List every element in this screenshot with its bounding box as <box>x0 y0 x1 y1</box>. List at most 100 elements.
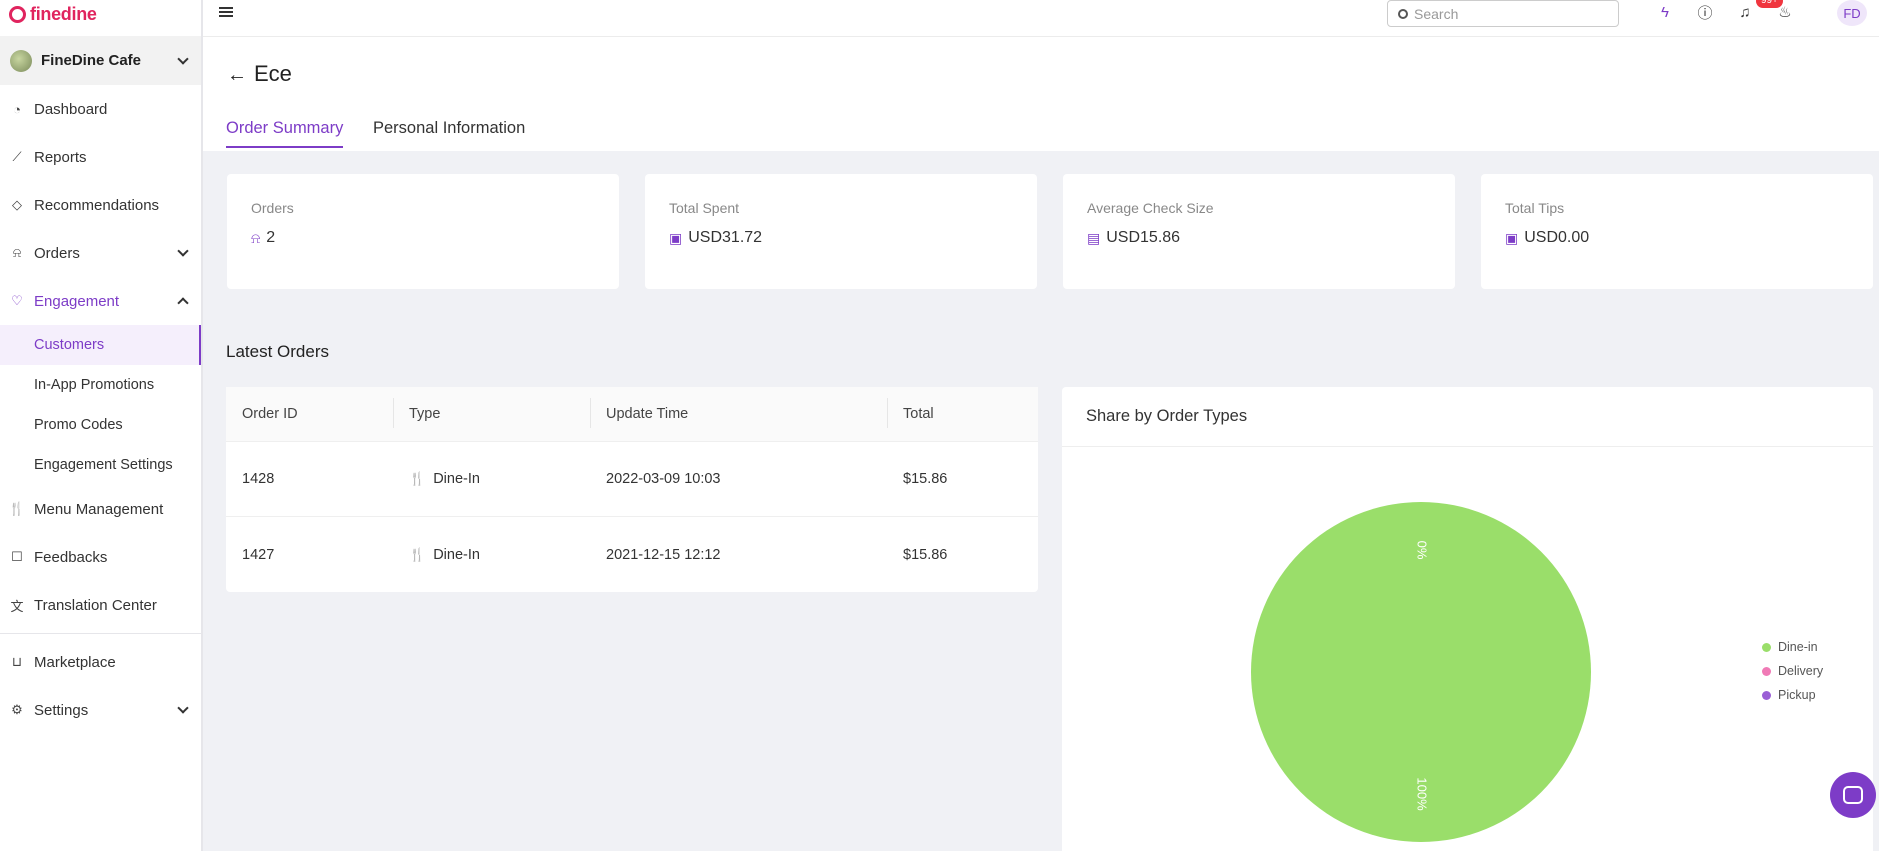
legend-swatch <box>1762 642 1771 652</box>
sidebar-item-label: Reports <box>34 148 87 166</box>
dashboard-icon: ◔ <box>13 101 21 117</box>
sidebar-item-feedbacks[interactable]: ☐ Feedbacks <box>0 533 201 581</box>
chat-icon: ☐ <box>11 549 23 564</box>
logo-mark-icon <box>9 5 26 23</box>
sidebar-subitem-promo-codes[interactable]: Promo Codes <box>0 405 201 445</box>
chart-legend: Dine-in Delivery Pickup <box>1762 635 1823 707</box>
chevron-down-icon <box>177 702 189 714</box>
order-id-cell: 1427 <box>242 546 275 563</box>
sidebar-subitem-engagement-settings[interactable]: Engagement Settings <box>0 445 201 485</box>
update-time-cell: 2021-12-15 12:12 <box>606 546 721 563</box>
chart-line-icon: ⟋ <box>12 149 22 164</box>
cart-icon: ⊔ <box>11 654 23 669</box>
chat-support-button[interactable] <box>1830 772 1876 818</box>
sidebar-item-label: Dashboard <box>34 100 108 118</box>
stat-label: Total Spent <box>669 200 740 216</box>
tab-order-summary[interactable]: Order Summary <box>226 119 344 148</box>
sidebar-item-label: Translation Center <box>34 596 157 614</box>
collapse-menu-icon[interactable] <box>219 5 233 19</box>
stat-value: USD31.72 <box>688 229 763 246</box>
fork-knife-icon: 🍴 <box>409 546 426 562</box>
tab-personal-information[interactable]: Personal Information <box>373 119 525 146</box>
venue-avatar <box>10 49 32 72</box>
column-header-update-time[interactable]: Update Time <box>590 398 887 428</box>
stat-value: USD0.00 <box>1524 229 1590 246</box>
total-cell: $15.86 <box>903 546 948 563</box>
sidebar-item-orders[interactable]: ⍾ Orders <box>0 229 201 277</box>
sidebar-subitem-in-app-promotions[interactable]: In-App Promotions <box>0 365 201 405</box>
gear-icon: ⚙ <box>11 702 23 717</box>
chart-title: Share by Order Types <box>1062 387 1873 447</box>
share-by-order-types-card: Share by Order Types 0% 100% Dine-in Deli… <box>1062 387 1873 851</box>
table-row[interactable]: 1428 🍴 Dine-In 2022-03-09 10:03 $15.86 <box>226 442 1038 517</box>
page-header: ← Ece Order Summary Personal Information <box>203 37 1879 151</box>
stat-card-total-tips: Total Tips ▣ USD0.00 <box>1481 174 1873 289</box>
sidebar-item-label: Menu Management <box>34 500 164 518</box>
user-avatar[interactable]: FD <box>1837 0 1867 26</box>
venue-selector[interactable]: FineDine Cafe <box>0 36 201 85</box>
table-row[interactable]: 1427 🍴 Dine-In 2021-12-15 12:12 $15.86 <box>226 517 1038 592</box>
sidebar-subitem-customers[interactable]: Customers <box>0 325 201 365</box>
column-header-total[interactable]: Total <box>887 398 1038 428</box>
stat-label: Orders <box>251 200 294 216</box>
flame-icon[interactable]: ♨ <box>1775 2 1795 22</box>
fork-knife-icon: 🍴 <box>8 501 26 516</box>
translate-icon: 文 <box>10 598 24 614</box>
sidebar-item-recommendations[interactable]: ◇ Recommendations <box>0 181 201 229</box>
stat-card-average-check-size: Average Check Size ▤ USD15.86 <box>1063 174 1455 289</box>
wallet-icon: ▣ <box>669 229 683 246</box>
notification-bell-icon[interactable]: ♫ <box>1735 2 1755 22</box>
sidebar: finedine FineDine Cafe ◔ Dashboard ⟋ Rep… <box>0 0 203 851</box>
legend-item-pickup[interactable]: Pickup <box>1762 683 1823 707</box>
sidebar-item-menu-management[interactable]: 🍴 Menu Management <box>0 485 201 533</box>
column-header-order-id[interactable]: Order ID <box>226 406 393 422</box>
latest-orders-table: Order ID Type Update Time Total 1428 🍴 Di… <box>226 387 1038 592</box>
legend-label: Dine-in <box>1778 640 1818 654</box>
sidebar-menu: ◔ Dashboard ⟋ Reports ◇ Recommendations … <box>0 85 201 734</box>
sidebar-item-label: Recommendations <box>34 196 160 214</box>
stat-label: Total Tips <box>1505 200 1565 216</box>
legend-swatch <box>1762 690 1771 700</box>
sidebar-item-dashboard[interactable]: ◔ Dashboard <box>0 85 201 133</box>
lightning-icon[interactable]: ϟ <box>1655 2 1675 22</box>
sidebar-item-marketplace[interactable]: ⊔ Marketplace <box>0 638 201 686</box>
order-id-cell: 1428 <box>242 471 275 487</box>
finedine-logo[interactable]: finedine <box>0 0 201 28</box>
table-header: Order ID Type Update Time Total <box>226 387 1038 442</box>
receipt-icon: ▤ <box>1087 229 1101 246</box>
legend-item-delivery[interactable]: Delivery <box>1762 659 1823 683</box>
sidebar-item-label: Marketplace <box>34 653 116 671</box>
search-box[interactable] <box>1387 0 1619 27</box>
venue-name: FineDine Cafe <box>41 52 142 69</box>
sidebar-item-reports[interactable]: ⟋ Reports <box>0 133 201 181</box>
sidebar-item-label: Engagement <box>34 292 120 310</box>
sidebar-item-engagement[interactable]: ♡ Engagement <box>0 277 201 325</box>
sidebar-item-translation-center[interactable]: 文 Translation Center <box>0 581 201 629</box>
chevron-down-icon <box>177 52 189 65</box>
search-input[interactable] <box>1414 5 1604 22</box>
pie-slice-label: 0% <box>1415 541 1430 560</box>
legend-item-dine-in[interactable]: Dine-in <box>1762 635 1823 659</box>
legend-label: Pickup <box>1778 688 1816 702</box>
logo-text: finedine <box>30 3 97 24</box>
total-cell: $15.86 <box>903 471 948 487</box>
help-icon[interactable]: ⓘ <box>1695 2 1715 22</box>
type-label: Dine-In <box>433 471 480 487</box>
diamond-icon: ◇ <box>12 197 22 212</box>
stat-value: 2 <box>266 229 276 246</box>
stat-value: USD15.86 <box>1106 229 1181 246</box>
type-cell: 🍴 Dine-In <box>393 471 590 487</box>
back-arrow-icon[interactable]: ← <box>227 64 247 87</box>
sidebar-divider <box>0 633 201 634</box>
pie-slice-label: 100% <box>1415 777 1430 811</box>
legend-swatch <box>1762 666 1771 676</box>
sidebar-item-settings[interactable]: ⚙ Settings <box>0 686 201 734</box>
stat-label: Average Check Size <box>1087 200 1214 216</box>
latest-orders-title: Latest Orders <box>226 342 329 361</box>
column-header-type[interactable]: Type <box>393 398 590 428</box>
chat-bubble-icon <box>1843 786 1863 804</box>
search-icon <box>1398 8 1408 19</box>
sidebar-item-label: Feedbacks <box>34 548 108 566</box>
type-label: Dine-In <box>433 546 480 563</box>
top-bar: ϟ ⓘ ♫ 99+ ♨ FD <box>203 0 1879 37</box>
